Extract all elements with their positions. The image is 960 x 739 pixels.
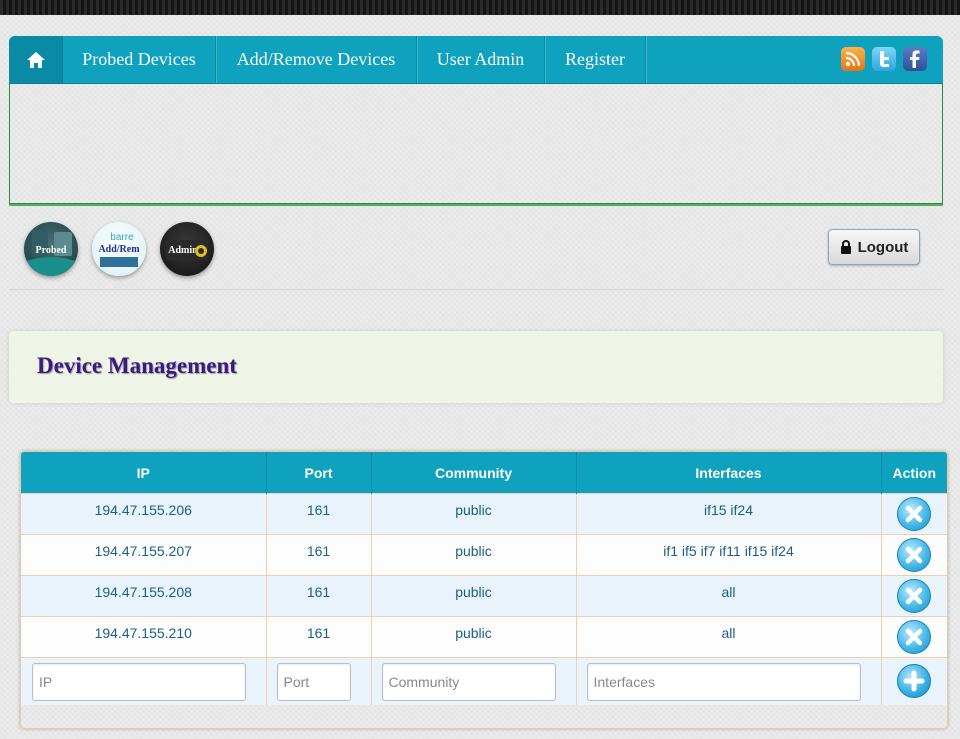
cell-ip: 194.47.155.206 [21, 493, 266, 535]
cell-action [880, 616, 947, 658]
header-action: Action [880, 452, 947, 494]
top-texture-bar [0, 0, 960, 15]
cell-action [880, 575, 947, 617]
twitter-icon[interactable] [872, 47, 896, 71]
delete-button[interactable] [897, 579, 932, 613]
nav-item-add-remove-devices[interactable]: Add/Remove Devices [216, 36, 417, 83]
cell-port: 161 [265, 493, 371, 535]
nav-item-probed-devices[interactable]: Probed Devices [63, 36, 216, 83]
delete-x-icon [906, 546, 923, 564]
cell-community: public [370, 575, 576, 617]
add-device-button[interactable] [897, 664, 932, 698]
nav-item-register[interactable]: Register [545, 36, 646, 83]
cell-interfaces: all [575, 616, 881, 658]
lock-icon [840, 240, 851, 254]
delete-button[interactable] [897, 538, 932, 572]
cell-port-input [265, 657, 371, 705]
table-row: 194.47.155.206 161 public if15 if24 [21, 493, 947, 535]
delete-x-icon [906, 505, 923, 523]
probed-shortcut-label: Probed [36, 245, 67, 256]
addrem-shortcut-label: Add/Rem [98, 244, 140, 255]
admin-shortcut-label: Admin [168, 245, 198, 256]
addrem-brand-text: barre [110, 232, 134, 243]
add-device-row [21, 657, 947, 705]
device-table-wrapper: IP Port Community Interfaces Action 194.… [20, 451, 948, 729]
cell-action [880, 493, 947, 535]
cell-action [880, 534, 947, 576]
cell-interfaces-input [575, 657, 881, 705]
header-ip: IP [21, 452, 266, 494]
cell-community: public [370, 534, 576, 576]
table-row: 194.47.155.207 161 public if1 if5 if7 if… [21, 534, 947, 576]
rss-icon[interactable] [841, 47, 865, 71]
header-community: Community [370, 452, 576, 494]
cell-interfaces: if15 if24 [575, 493, 881, 535]
device-table: IP Port Community Interfaces Action 194.… [21, 452, 947, 705]
cell-ip: 194.47.155.207 [21, 534, 266, 576]
main-nav: Probed Devices Add/Remove Devices User A… [9, 36, 943, 84]
admin-shortcut[interactable]: Admin [160, 222, 214, 276]
home-icon [26, 51, 45, 68]
cell-community: public [370, 616, 576, 658]
header-interfaces: Interfaces [575, 452, 881, 494]
cell-port: 161 [265, 616, 371, 658]
cell-interfaces: if1 if5 if7 if11 if15 if24 [575, 534, 881, 576]
interfaces-input[interactable] [586, 663, 861, 701]
logout-button[interactable]: Logout [828, 229, 920, 265]
cell-ip: 194.47.155.208 [21, 575, 266, 617]
cell-ip: 194.47.155.210 [21, 616, 266, 658]
table-row: 194.47.155.210 161 public all [21, 616, 947, 658]
cell-ip-input [21, 657, 266, 705]
facebook-icon[interactable] [903, 47, 927, 71]
shortcut-bar: Probed barre Add/Rem Admin Logout [9, 212, 943, 290]
cell-port: 161 [265, 534, 371, 576]
table-row: 194.47.155.208 161 public all [21, 575, 947, 617]
cell-community: public [370, 493, 576, 535]
delete-button[interactable] [897, 620, 932, 654]
addrem-shortcut[interactable]: barre Add/Rem [92, 222, 146, 276]
cell-port: 161 [265, 575, 371, 617]
cell-add-action [880, 657, 947, 705]
table-header-row: IP Port Community Interfaces Action [21, 452, 947, 494]
cell-community-input [370, 657, 576, 705]
plus-icon [903, 670, 925, 692]
logout-label: Logout [857, 238, 909, 256]
port-input[interactable] [276, 663, 351, 701]
community-input[interactable] [381, 663, 556, 701]
probed-shortcut[interactable]: Probed [24, 222, 78, 276]
delete-x-icon [906, 587, 923, 605]
delete-x-icon [906, 628, 923, 646]
banner-area [9, 83, 943, 204]
page-title-panel: Device Management [9, 331, 943, 403]
nav-item-user-admin[interactable]: User Admin [417, 36, 545, 83]
cell-interfaces: all [575, 575, 881, 617]
page-title: Device Management [37, 353, 237, 378]
header-port: Port [265, 452, 371, 494]
delete-button[interactable] [897, 497, 932, 531]
nav-home-button[interactable] [9, 36, 63, 83]
ip-input[interactable] [32, 663, 246, 701]
